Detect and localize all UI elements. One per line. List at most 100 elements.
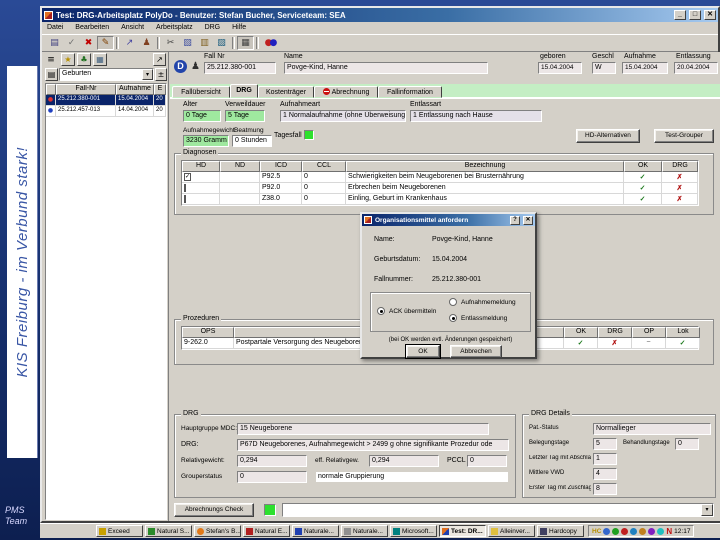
diagnose-row[interactable]: P92.0 0 Erbrechen beim Neugeborenen ✓ ✗	[182, 183, 698, 194]
fall-nr-field[interactable]: 25.212.380-001	[204, 62, 276, 74]
tray-icon-3[interactable]	[621, 527, 629, 535]
drg-field[interactable]: P67D Neugeborenes, Aufnahmegewicht > 249…	[237, 439, 509, 451]
taskbar-button-stefan[interactable]: Stefan's B...	[194, 525, 241, 537]
hd-checkbox[interactable]	[184, 184, 186, 192]
menu-datei[interactable]: Datei	[42, 22, 68, 33]
taskbar-button-exceed[interactable]: Exceed	[96, 525, 143, 537]
taskbar-button-microsoft[interactable]: Microsoft...	[390, 525, 437, 537]
delete-icon[interactable]: ✖	[80, 36, 97, 50]
pccl-field[interactable]: 0	[467, 455, 507, 467]
abrechnung-result-combo[interactable]: ▾	[282, 503, 714, 517]
taskbar-button-test-drg[interactable]: Test: DR...	[439, 525, 486, 537]
taskbar-button-naturale-1[interactable]: Naturale...	[292, 525, 339, 537]
entlassmeldung-radio[interactable]	[449, 314, 457, 322]
alter-field[interactable]: 0 Tage	[183, 110, 221, 122]
menu-ansicht[interactable]: Ansicht	[116, 22, 149, 33]
erster-tag-field[interactable]: 8	[593, 483, 617, 495]
tab-fallinformation[interactable]: Fallinformation	[378, 86, 442, 98]
menu-drg[interactable]: DRG	[200, 22, 226, 33]
aufnahme-field[interactable]: 15.04.2004	[622, 62, 668, 74]
taskbar-button-natural-e[interactable]: Natural E...	[243, 525, 290, 537]
title-bar[interactable]: Test: DRG-Arbeitsplatz PolyDo - Benutzer…	[42, 8, 718, 22]
person-icon[interactable]: ♟	[138, 36, 155, 50]
chevron-down-icon[interactable]: ▾	[701, 504, 713, 516]
tree-icon[interactable]: ♣	[77, 53, 91, 66]
tab-abrechnung[interactable]: Abrechnung	[314, 86, 378, 98]
menu-hilfe[interactable]: Hilfe	[227, 22, 251, 33]
hd-alternativen-button[interactable]: HD-Alternativen	[576, 129, 640, 143]
relativgewicht-field[interactable]: 0,294	[237, 455, 307, 467]
plus-minus-icon[interactable]: ±	[155, 68, 167, 81]
eff-relativgew-field[interactable]: 0,294	[369, 455, 439, 467]
status-column-header[interactable]	[46, 84, 56, 95]
taskbar-button-natural-s[interactable]: Natural S...	[145, 525, 192, 537]
letzter-tag-field[interactable]: 1	[593, 453, 617, 465]
geschl-field[interactable]: W	[592, 62, 616, 74]
taskbar-button-naturale-2[interactable]: Naturale...	[341, 525, 388, 537]
taskbar-button-alleinver[interactable]: Alleinver...	[488, 525, 535, 537]
entlassung-column-header[interactable]: E	[154, 84, 166, 95]
aufnahmeart-field[interactable]: 1 Normalaufnahme (ohne Überweisung)	[280, 110, 406, 122]
menu-arbeitsplatz[interactable]: Arbeitsplatz	[151, 22, 198, 33]
confirm-icon[interactable]: ✓	[63, 36, 80, 50]
geboren-field[interactable]: 15.04.2004	[538, 62, 582, 74]
tray-icon-1[interactable]	[603, 527, 611, 535]
tray-icon-5[interactable]	[639, 527, 647, 535]
fallnr-column-header[interactable]: Fall-Nr	[56, 84, 116, 95]
ok-button[interactable]: OK	[406, 345, 440, 358]
menu-bearbeiten[interactable]: Bearbeiten	[70, 22, 114, 33]
name-field[interactable]: Povge-Kind, Hanne	[284, 62, 488, 74]
fall-filter-combo[interactable]: Geburten ▾	[59, 68, 154, 81]
cut-icon[interactable]: ✂	[162, 36, 179, 50]
tab-falluebersicht[interactable]: Fallübersicht	[172, 86, 230, 98]
diagnose-row[interactable]: ✓ P92.5 0 Schwierigkeiten beim Neugebore…	[182, 172, 698, 183]
maximize-button[interactable]: □	[689, 10, 701, 20]
tray-icon-6[interactable]	[648, 527, 656, 535]
hd-checkbox[interactable]	[184, 195, 186, 203]
tab-drg[interactable]: DRG	[230, 84, 258, 98]
table-row[interactable]: ● 25.212.457-013 14.04.2004 20	[46, 106, 166, 117]
list-header-icon[interactable]: ▤	[45, 68, 58, 81]
table-row[interactable]: ● 25.212.380-001 15.04.2004 20	[46, 95, 166, 106]
aufnahmemeldung-radio[interactable]	[449, 298, 457, 306]
book-icon[interactable]: ▨	[213, 36, 230, 50]
entlassart-field[interactable]: 1 Entlassung nach Hause	[410, 110, 542, 122]
dialog-title-bar[interactable]: Organisationsmittel anfordern ? ✕	[362, 214, 535, 226]
rings-icon[interactable]: ● ●	[261, 36, 281, 50]
tray-icon-7[interactable]	[657, 527, 665, 535]
route-icon[interactable]: ↗	[121, 36, 138, 50]
verweildauer-field[interactable]: 5 Tage	[225, 110, 265, 122]
mdc-field[interactable]: 15 Neugeborene	[237, 423, 489, 435]
hc-tray-icon[interactable]: HC	[592, 528, 601, 535]
aufnahmegewicht-field[interactable]: 3230 Gramm	[183, 135, 229, 147]
n-tray-icon[interactable]: N	[666, 527, 672, 536]
ack-radio[interactable]	[377, 307, 385, 315]
grouperstatus-field[interactable]: 0	[237, 471, 307, 483]
tagesfall-checkbox[interactable]	[304, 130, 314, 140]
mittlere-vwd-field[interactable]: 4	[593, 468, 617, 480]
diagnose-row[interactable]: Z38.0 0 Einling, Geburt im Krankenhaus ✓…	[182, 194, 698, 205]
chevron-down-icon[interactable]: ▾	[142, 69, 153, 80]
list-icon[interactable]: ≡	[44, 53, 58, 67]
aufnahme-column-header[interactable]: Aufnahme	[116, 84, 154, 95]
test-grouper-button[interactable]: Test-Grouper	[654, 129, 714, 143]
save-icon[interactable]: ▤	[46, 36, 63, 50]
belegungstage-field[interactable]: 5	[593, 438, 617, 450]
minimize-button[interactable]: _	[674, 10, 686, 20]
dialog-help-button[interactable]: ?	[510, 215, 520, 225]
pat-status-field[interactable]: Normallieger	[593, 423, 711, 435]
behandlungstage-field[interactable]: 0	[675, 438, 699, 450]
abrechnungs-check-button[interactable]: Abrechnungs Check	[174, 503, 254, 517]
tray-icon-2[interactable]	[612, 527, 620, 535]
monitor-icon[interactable]: ▦	[93, 53, 107, 66]
tab-kostentraeger[interactable]: Kostenträger	[258, 86, 314, 98]
edit-icon[interactable]: ✎	[97, 36, 114, 50]
tray-icon-4[interactable]	[630, 527, 638, 535]
close-button[interactable]: ✕	[704, 10, 716, 20]
abbrechen-button[interactable]: Abbrechen	[450, 345, 502, 358]
hd-checkbox[interactable]: ✓	[184, 173, 192, 181]
beatmung-field[interactable]: 0 Stunden	[232, 135, 272, 147]
paste-icon[interactable]: ▥	[196, 36, 213, 50]
grid-icon[interactable]: ▦	[237, 36, 254, 50]
dialog-close-button[interactable]: ✕	[523, 215, 533, 225]
